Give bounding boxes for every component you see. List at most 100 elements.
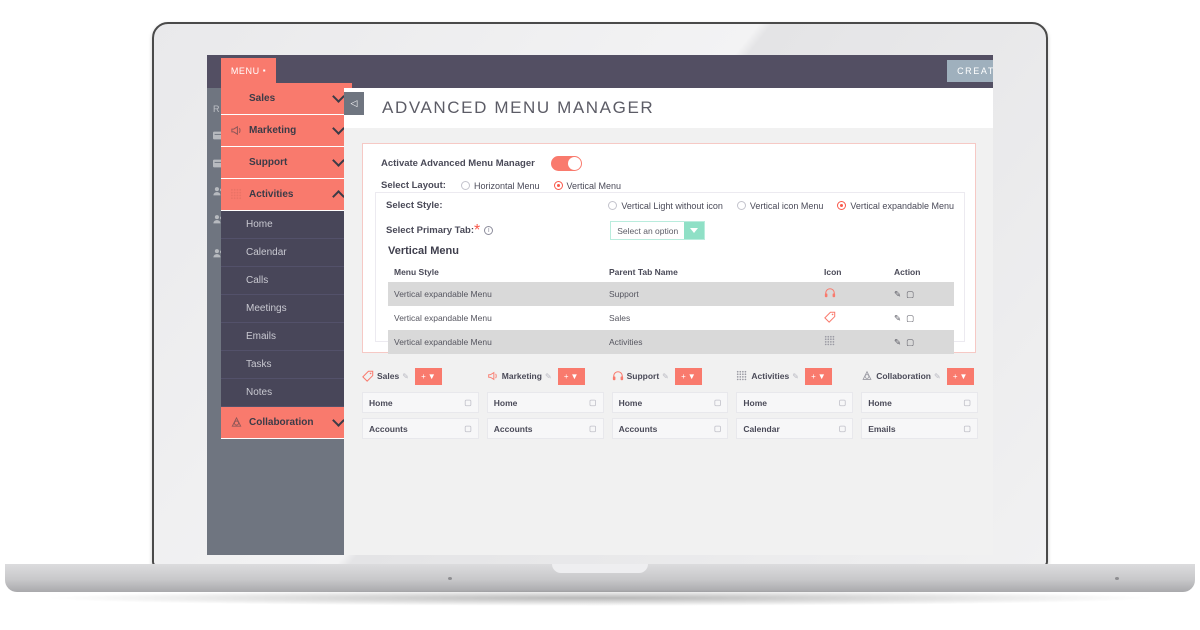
grid-icon — [737, 370, 747, 381]
table-row[interactable]: Vertical expandable Menu Activities ✎ ▢ — [388, 330, 954, 354]
delete-icon[interactable]: ▢ — [906, 313, 914, 323]
tab-card-header: Support ✎ + ▼ — [612, 365, 729, 387]
menu-group-activities[interactable]: Activities — [221, 179, 352, 211]
menu-button[interactable]: MENU ▪ — [221, 58, 276, 83]
list-item[interactable]: Accounts ▢ — [486, 418, 604, 439]
menu-group-label: Support — [249, 157, 288, 168]
list-item[interactable]: Home ▢ — [736, 392, 854, 413]
add-tab-button[interactable]: + ▼ — [804, 367, 832, 385]
menu-group-label: Marketing — [249, 125, 297, 136]
chevron-down-icon[interactable] — [684, 222, 705, 239]
cell-action: ✎ ▢ — [888, 282, 954, 306]
add-tab-button[interactable]: + ▼ — [557, 367, 585, 385]
add-label: + — [421, 371, 426, 381]
menu-sub-item-home[interactable]: Home — [221, 211, 352, 239]
tab-card-header: Collaboration ✎ + ▼ — [861, 365, 978, 387]
add-tab-button[interactable]: + ▼ — [674, 367, 702, 385]
edit-icon[interactable]: ✎ — [545, 372, 552, 381]
cell-icon — [818, 306, 888, 330]
tag-icon — [362, 370, 374, 382]
list-item[interactable]: Accounts ▢ — [362, 418, 479, 439]
delete-icon[interactable]: ▢ — [963, 424, 971, 433]
create-button-label: CREAT — [957, 66, 993, 76]
add-tab-button[interactable]: + ▼ — [946, 367, 974, 385]
edit-icon[interactable]: ✎ — [792, 372, 799, 381]
delete-icon[interactable]: ▢ — [714, 398, 722, 407]
item-label: Calendar — [743, 423, 780, 434]
list-item[interactable]: Accounts ▢ — [611, 418, 729, 439]
layout-row: Select Layout: Horizontal Menu Vertical … — [363, 171, 975, 191]
edit-icon[interactable]: ✎ — [894, 289, 901, 299]
delete-icon[interactable]: ▢ — [963, 398, 971, 407]
required-asterisk: * — [474, 221, 481, 239]
rail-item-label-0: R — [213, 104, 220, 114]
list-item[interactable]: Home ▢ — [362, 392, 479, 413]
tab-card-marketing: Marketing ✎ + ▼ Home ▢ Accounts ▢ — [486, 365, 604, 439]
style-panel: Select Style: Vertical Light without ico… — [375, 192, 965, 354]
delete-icon[interactable]: ▢ — [714, 424, 722, 433]
menu-group-sales[interactable]: Sales — [221, 83, 352, 115]
tab-card-name: Collaboration — [876, 371, 931, 381]
menu-sub-item-notes[interactable]: Notes — [221, 379, 352, 407]
info-icon: i — [484, 226, 494, 235]
tab-cards-list: Sales ✎ + ▼ Home ▢ Accounts ▢ Marketing ✎ +… — [362, 365, 978, 439]
radio-vertical-icon-menu[interactable]: Vertical icon Menu — [736, 201, 823, 211]
edit-icon[interactable]: ✎ — [402, 372, 409, 381]
vertical-menu-title: Vertical Menu — [388, 245, 459, 257]
list-item[interactable]: Emails ▢ — [861, 418, 978, 439]
list-item[interactable]: Home ▢ — [611, 392, 729, 413]
add-label: + — [563, 371, 569, 381]
create-button[interactable]: CREAT — [947, 60, 993, 82]
menu-sub-item-emails[interactable]: Emails — [221, 323, 352, 351]
main-content: ADVANCED MENU MANAGER Activate Advanced … — [344, 88, 993, 555]
radio-horizontal-menu[interactable]: Horizontal Menu — [461, 181, 540, 191]
sidebar-collapse-button[interactable]: ◁ — [344, 92, 364, 115]
list-item[interactable]: Home ▢ — [486, 392, 604, 413]
edit-icon[interactable]: ✎ — [894, 313, 901, 323]
megaphone-icon — [488, 371, 497, 381]
radio-label: Vertical Light without icon — [621, 200, 723, 211]
menu-sub-item-calendar[interactable]: Calendar — [221, 239, 352, 267]
delete-icon[interactable]: ▢ — [906, 289, 914, 299]
cell-menu-style: Vertical expandable Menu — [394, 289, 492, 299]
radio-circle-icon — [608, 201, 618, 210]
add-tab-button[interactable]: + ▼ — [414, 367, 442, 385]
layout-label: Select Layout: — [381, 180, 446, 191]
edit-icon[interactable]: ✎ — [662, 372, 669, 381]
radio-vertical-expandable[interactable]: Vertical expandable Menu — [837, 201, 954, 211]
radio-vertical-light[interactable]: Vertical Light without icon — [608, 201, 723, 211]
megaphone-icon — [231, 125, 241, 136]
table-row[interactable]: Vertical expandable Menu Support ✎ ▢ — [388, 282, 954, 306]
menu-group-marketing[interactable]: Marketing — [221, 115, 352, 147]
menu-sub-item-tasks[interactable]: Tasks — [221, 351, 352, 379]
delete-icon[interactable]: ▢ — [464, 424, 472, 433]
menu-group-support[interactable]: Support — [221, 147, 352, 179]
primary-tab-select[interactable]: Select an option — [610, 221, 706, 240]
tag-icon — [824, 311, 836, 323]
menu-group-collaboration[interactable]: Collaboration — [221, 407, 352, 439]
edit-icon[interactable]: ✎ — [934, 372, 941, 381]
delete-icon[interactable]: ▢ — [906, 337, 914, 347]
delete-icon[interactable]: ▢ — [839, 398, 847, 407]
radio-circle-icon — [736, 201, 746, 210]
item-label: Home — [743, 397, 768, 408]
menu-sub-item-calls[interactable]: Calls — [221, 267, 352, 295]
radio-vertical-menu[interactable]: Vertical Menu — [553, 181, 621, 191]
cell-parent-tab: Sales — [609, 313, 631, 323]
delete-icon[interactable]: ▢ — [589, 424, 597, 433]
style-row: Select Style: Vertical Light without ico… — [376, 193, 964, 211]
table-header-row: Menu Style Parent Tab Name Icon Action — [388, 263, 954, 282]
cell-icon — [818, 330, 888, 354]
table-row[interactable]: Vertical expandable Menu Sales ✎ ▢ — [388, 306, 954, 330]
activate-row: Activate Advanced Menu Manager — [363, 144, 975, 171]
menu-sub-item-meetings[interactable]: Meetings — [221, 295, 352, 323]
delete-icon[interactable]: ▢ — [589, 398, 597, 407]
list-item[interactable]: Calendar ▢ — [736, 418, 854, 439]
delete-icon[interactable]: ▢ — [839, 424, 847, 433]
list-item[interactable]: Home ▢ — [861, 392, 978, 413]
primary-tab-row: Select Primary Tab: * i Select an option — [376, 211, 964, 240]
edit-icon[interactable]: ✎ — [894, 337, 901, 347]
chevron-up-icon — [332, 189, 345, 203]
activate-toggle[interactable] — [550, 156, 582, 171]
delete-icon[interactable]: ▢ — [464, 398, 472, 407]
